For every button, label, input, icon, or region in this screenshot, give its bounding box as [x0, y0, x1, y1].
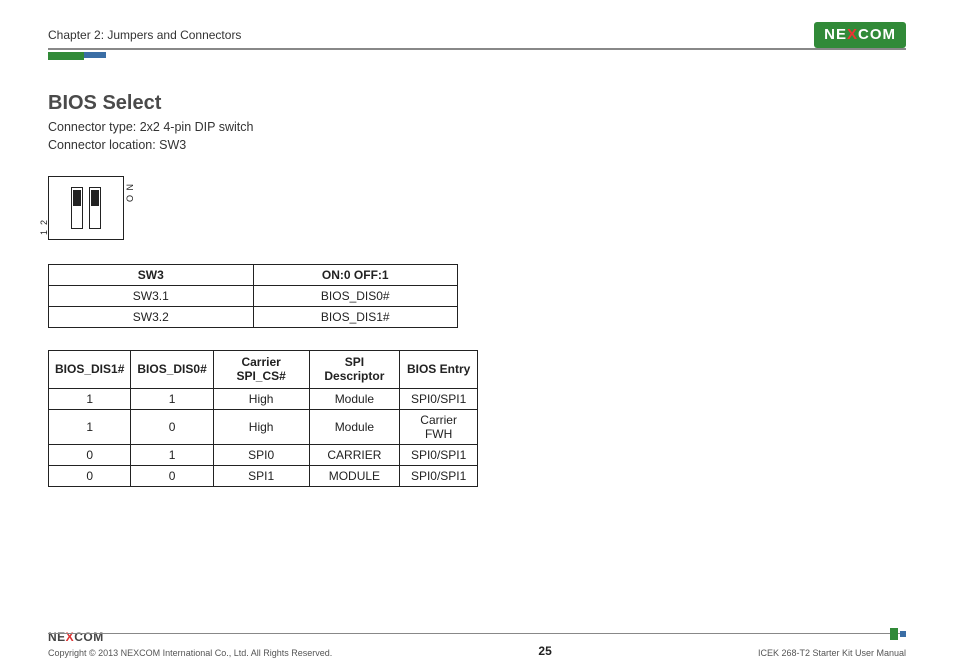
bios-cell: SPI0/SPI1	[400, 465, 478, 486]
bios-cell: SPI0/SPI1	[400, 388, 478, 409]
bios-table: BIOS_DIS1# BIOS_DIS0# Carrier SPI_CS# SP…	[48, 350, 478, 487]
dip-handle-1	[73, 190, 81, 206]
bios-cell: 1	[49, 409, 131, 444]
brand-logo: NEXCOM	[814, 22, 906, 48]
sw3-cell: SW3.2	[49, 307, 254, 328]
bios-cell: SPI0/SPI1	[400, 444, 478, 465]
table-row: 0 0 SPI1 MODULE SPI0/SPI1	[49, 465, 478, 486]
bios-cell: 1	[131, 444, 213, 465]
bottom-accent	[890, 628, 906, 640]
bios-cell: Module	[309, 409, 400, 444]
brand-pre: NE	[824, 26, 847, 43]
bios-cell: High	[213, 409, 309, 444]
sw3-table: SW3 ON:0 OFF:1 SW3.1 BIOS_DIS0# SW3.2 BI…	[48, 264, 458, 328]
top-accent-blue	[84, 52, 106, 58]
table-row: 1 1 High Module SPI0/SPI1	[49, 388, 478, 409]
copyright-text: Copyright © 2013 NEXCOM International Co…	[48, 648, 332, 658]
bios-cell: High	[213, 388, 309, 409]
connector-location: Connector location: SW3	[48, 137, 478, 155]
bios-cell: Carrier FWH	[400, 409, 478, 444]
table-row: SW3.2 BIOS_DIS1#	[49, 307, 458, 328]
connector-type: Connector type: 2x2 4-pin DIP switch	[48, 119, 478, 137]
section-title: BIOS Select	[48, 92, 478, 115]
page-number: 25	[538, 644, 551, 658]
bios-cell: SPI1	[213, 465, 309, 486]
dip-num-labels: 1 2	[39, 220, 49, 235]
sw3-cell: BIOS_DIS0#	[253, 286, 458, 307]
bios-cell: 0	[49, 444, 131, 465]
table-row: SW3 ON:0 OFF:1	[49, 265, 458, 286]
sw3-header-0: SW3	[49, 265, 254, 286]
top-divider	[48, 48, 906, 50]
dip-pin2: 2	[39, 220, 49, 225]
top-accent-green	[48, 52, 84, 60]
bios-header-0: BIOS_DIS1#	[49, 351, 131, 389]
brand-x: X	[847, 26, 858, 43]
table-row: SW3.1 BIOS_DIS0#	[49, 286, 458, 307]
bottom-divider	[48, 633, 906, 635]
bios-header-1: BIOS_DIS0#	[131, 351, 213, 389]
bios-cell: Module	[309, 388, 400, 409]
dip-slot-2	[89, 187, 101, 229]
brand-post: COM	[858, 26, 896, 43]
dip-pin1: 1	[39, 230, 49, 235]
bios-cell: SPI0	[213, 444, 309, 465]
sw3-cell: SW3.1	[49, 286, 254, 307]
bios-header-2: Carrier SPI_CS#	[213, 351, 309, 389]
bios-cell: CARRIER	[309, 444, 400, 465]
bios-cell: 1	[49, 388, 131, 409]
table-row: 0 1 SPI0 CARRIER SPI0/SPI1	[49, 444, 478, 465]
dip-on-label: O N	[125, 183, 135, 202]
manual-title: ICEK 268-T2 Starter Kit User Manual	[758, 648, 906, 658]
dip-switch-diagram: O N 1 2	[48, 176, 124, 240]
bios-cell: 0	[131, 409, 213, 444]
sw3-cell: BIOS_DIS1#	[253, 307, 458, 328]
bios-cell: 0	[49, 465, 131, 486]
bios-cell: 1	[131, 388, 213, 409]
bottom-accent-green	[890, 628, 898, 640]
chapter-title: Chapter 2: Jumpers and Connectors	[48, 28, 241, 42]
sw3-header-1: ON:0 OFF:1	[253, 265, 458, 286]
bios-cell: MODULE	[309, 465, 400, 486]
bios-cell: 0	[131, 465, 213, 486]
bios-header-4: BIOS Entry	[400, 351, 478, 389]
dip-slot-1	[71, 187, 83, 229]
table-row: BIOS_DIS1# BIOS_DIS0# Carrier SPI_CS# SP…	[49, 351, 478, 389]
bottom-accent-blue	[900, 631, 906, 637]
table-row: 1 0 High Module Carrier FWH	[49, 409, 478, 444]
bios-header-3: SPI Descriptor	[309, 351, 400, 389]
dip-handle-2	[91, 190, 99, 206]
